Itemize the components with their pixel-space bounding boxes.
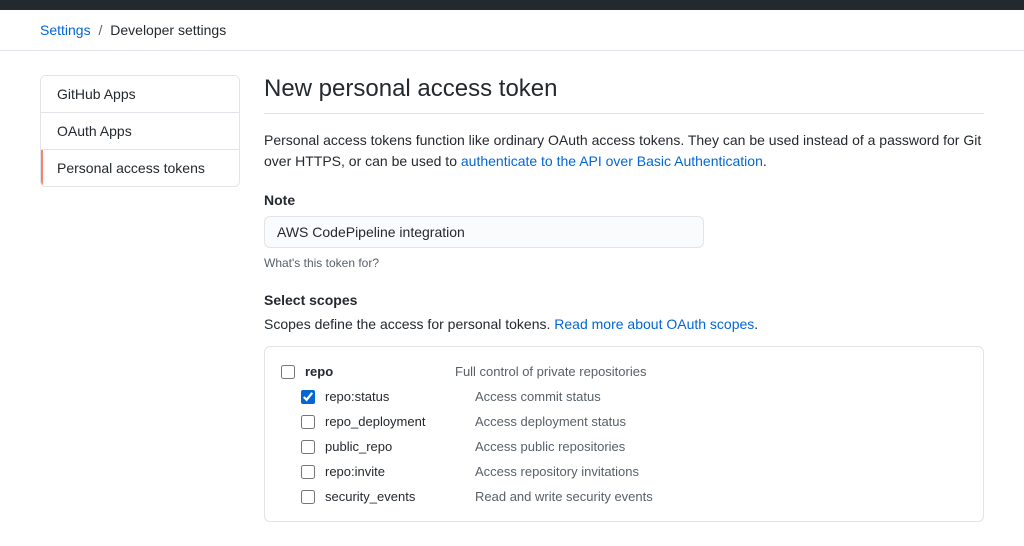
sidebar-item-personal-access-tokens[interactable]: Personal access tokens: [41, 150, 239, 186]
api-auth-link[interactable]: authenticate to the API over Basic Authe…: [461, 153, 763, 169]
scope-row-repo: repoFull control of private repositories: [281, 359, 967, 384]
scope-row-security-events: security_eventsRead and write security e…: [281, 484, 967, 509]
scopes-description: Scopes define the access for personal to…: [264, 316, 984, 332]
page-description: Personal access tokens function like ord…: [264, 130, 984, 172]
scope-name: repo:invite: [325, 464, 475, 479]
scope-name: security_events: [325, 489, 475, 504]
scopes-desc-pre: Scopes define the access for personal to…: [264, 316, 554, 332]
scopes-heading: Select scopes: [264, 292, 984, 308]
note-help-text: What's this token for?: [264, 256, 984, 270]
scope-row-repo-status: repo:statusAccess commit status: [281, 384, 967, 409]
scope-name: repo_deployment: [325, 414, 475, 429]
scope-description: Access public repositories: [475, 439, 625, 454]
scope-name: repo:status: [325, 389, 475, 404]
scope-description: Access commit status: [475, 389, 601, 404]
sidebar-item-oauth-apps[interactable]: OAuth Apps: [41, 113, 239, 150]
scope-checkbox-repo-invite[interactable]: [301, 465, 315, 479]
sidebar: GitHub AppsOAuth AppsPersonal access tok…: [40, 75, 240, 522]
scope-checkbox-repo-deployment[interactable]: [301, 415, 315, 429]
scope-name: public_repo: [325, 439, 475, 454]
desc-text-post: .: [763, 153, 767, 169]
oauth-scopes-link[interactable]: Read more about OAuth scopes: [554, 316, 754, 332]
scope-description: Read and write security events: [475, 489, 653, 504]
scope-checkbox-repo-status[interactable]: [301, 390, 315, 404]
page-title: New personal access token: [264, 75, 984, 114]
scopes-box: repoFull control of private repositories…: [264, 346, 984, 522]
scope-description: Access repository invitations: [475, 464, 639, 479]
breadcrumb-settings-link[interactable]: Settings: [40, 22, 91, 38]
note-label: Note: [264, 192, 984, 208]
breadcrumb: Settings / Developer settings: [0, 10, 1024, 51]
top-bar: [0, 0, 1024, 10]
scope-checkbox-security-events[interactable]: [301, 490, 315, 504]
scope-row-public-repo: public_repoAccess public repositories: [281, 434, 967, 459]
side-nav: GitHub AppsOAuth AppsPersonal access tok…: [40, 75, 240, 187]
scope-checkbox-repo[interactable]: [281, 365, 295, 379]
scope-description: Access deployment status: [475, 414, 626, 429]
breadcrumb-separator: /: [98, 22, 102, 38]
scope-checkbox-public-repo[interactable]: [301, 440, 315, 454]
main-content: New personal access token Personal acces…: [264, 75, 984, 522]
sidebar-item-github-apps[interactable]: GitHub Apps: [41, 76, 239, 113]
note-input[interactable]: [264, 216, 704, 248]
scope-description: Full control of private repositories: [455, 364, 646, 379]
scope-name: repo: [305, 364, 455, 379]
scope-row-repo-invite: repo:inviteAccess repository invitations: [281, 459, 967, 484]
breadcrumb-current: Developer settings: [110, 22, 226, 38]
scope-row-repo-deployment: repo_deploymentAccess deployment status: [281, 409, 967, 434]
scopes-desc-post: .: [754, 316, 758, 332]
